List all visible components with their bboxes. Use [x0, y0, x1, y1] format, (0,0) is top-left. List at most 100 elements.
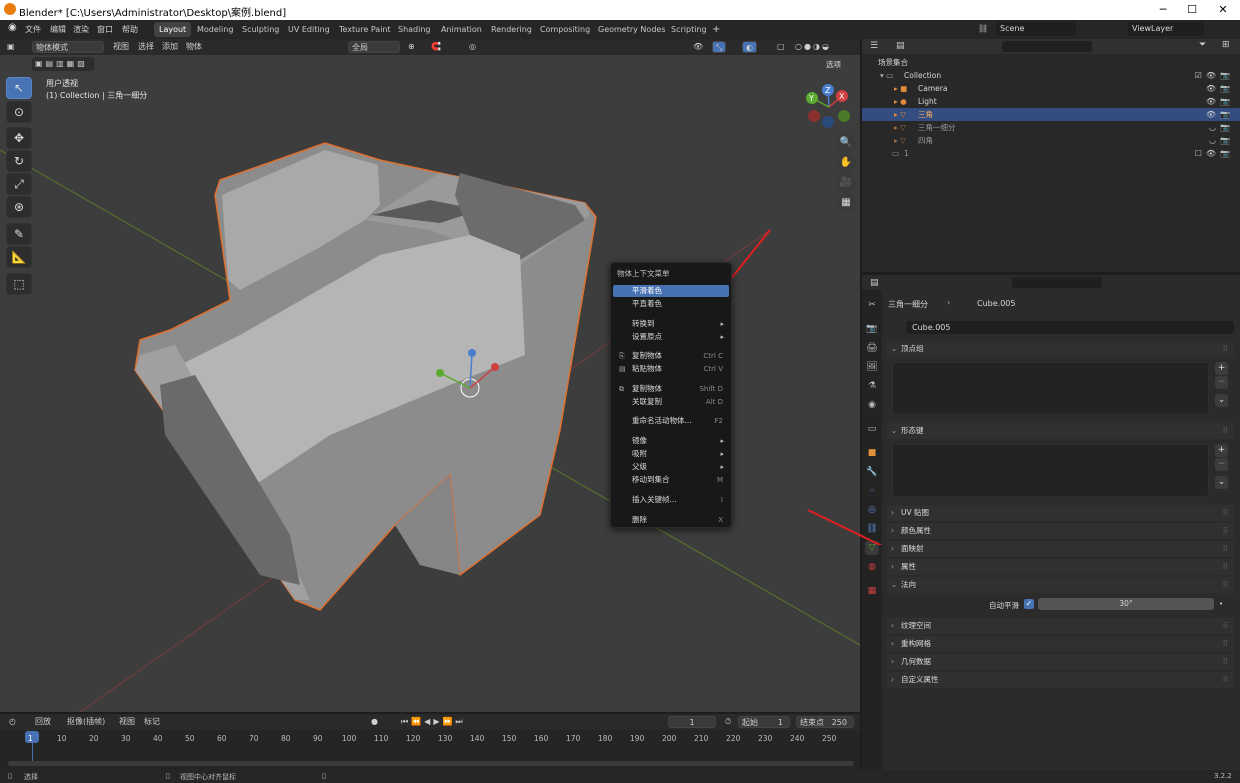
tab-uv-editing[interactable]: UV Editing: [283, 22, 335, 37]
tool-tab-icon[interactable]: ✂: [865, 298, 879, 312]
pivot-icon[interactable]: ⊕: [405, 41, 418, 53]
texture-tab-icon[interactable]: ▦: [865, 584, 879, 598]
grid-ortho-icon[interactable]: ▦: [836, 193, 856, 213]
tab-sculpting[interactable]: Sculpting: [237, 22, 284, 37]
minimize-button[interactable]: ─: [1153, 2, 1173, 18]
outliner-row-collection[interactable]: ▾ ▭ Collection ☑👁📷: [862, 69, 1240, 82]
outliner-row-scene-collection[interactable]: 场景集合: [862, 56, 1240, 69]
modifier-tab-icon[interactable]: 🔧: [865, 465, 879, 479]
maximize-button[interactable]: ☐: [1182, 2, 1202, 18]
navigation-gizmo[interactable]: Z X Y: [804, 82, 854, 132]
object-tab-icon[interactable]: ■: [865, 446, 879, 460]
menu-item-insert-keyframe[interactable]: 插入关键帧... I: [613, 494, 729, 506]
menu-timeline-view[interactable]: 视图: [116, 716, 138, 728]
tab-layout[interactable]: Layout: [154, 22, 192, 37]
menu-keying[interactable]: 抠像(插帧): [64, 716, 108, 728]
add-shape-key-button[interactable]: +: [1215, 444, 1228, 457]
menu-render[interactable]: 渲染: [73, 24, 89, 35]
menu-item-duplicate-linked[interactable]: 关联复制 Alt D: [613, 396, 729, 408]
menu-select[interactable]: 选择: [135, 41, 157, 53]
menu-item-parent[interactable]: 父级 ▸: [613, 461, 729, 473]
tab-shading[interactable]: Shading: [393, 22, 436, 37]
menu-item-mirror[interactable]: 镜像 ▸: [613, 435, 729, 447]
outliner-editor-icon[interactable]: ☰: [870, 41, 878, 51]
select-tool-icon[interactable]: ↖: [6, 77, 32, 99]
scene-tab-icon[interactable]: ⚗: [865, 379, 879, 393]
outliner-row-light[interactable]: ▸ ● Light 👁📷: [862, 95, 1240, 108]
add-cube-tool-icon[interactable]: ⬚: [6, 273, 32, 295]
annotate-tool-icon[interactable]: ✎: [6, 223, 32, 245]
menu-file[interactable]: 文件: [25, 24, 41, 35]
world-tab-icon[interactable]: ◉: [865, 398, 879, 412]
transform-tool-icon[interactable]: ⊛: [6, 196, 32, 218]
timeline-editor-icon[interactable]: ◴: [6, 716, 19, 728]
outliner-search-input[interactable]: [1002, 41, 1092, 52]
add-workspace-button[interactable]: +: [707, 22, 725, 37]
section-geometry-data[interactable]: › 几何数据 ⠿: [887, 654, 1234, 670]
menu-add[interactable]: 添加: [159, 41, 181, 53]
playback-controls-icon[interactable]: ⏮⏪◀▶⏩⏭: [398, 716, 469, 728]
outliner-row-quad[interactable]: ▸ ▽ 四角 ◡📷: [862, 134, 1240, 147]
menu-item-paste-objects[interactable]: ▤ 粘贴物体 Ctrl V: [613, 363, 729, 375]
mode-dropdown[interactable]: 物体模式: [32, 41, 104, 53]
menu-item-move-to-collection[interactable]: 移动到集合 M: [613, 474, 729, 486]
view-layer-tab-icon[interactable]: 🖼: [865, 360, 879, 374]
menu-playback[interactable]: 回放: [32, 716, 54, 728]
collection-tab-icon[interactable]: ▭: [865, 422, 879, 436]
section-shape-keys[interactable]: ⌄ 形态键 ⠿: [887, 423, 1234, 439]
measure-tool-icon[interactable]: 📐: [6, 246, 32, 268]
menu-marker[interactable]: 标记: [141, 716, 163, 728]
render-tab-icon[interactable]: 📷: [865, 322, 879, 336]
view-layer-selector[interactable]: ViewLayer: [1128, 22, 1204, 36]
camera-view-icon[interactable]: 🎥: [836, 173, 856, 193]
menu-item-duplicate-objects[interactable]: ⧉ 复制物体 Shift D: [613, 383, 729, 395]
section-custom-properties[interactable]: › 自定义属性 ⠿: [887, 672, 1234, 688]
menu-item-shade-smooth[interactable]: 平滑着色: [613, 285, 729, 297]
auto-smooth-checkbox[interactable]: ✓: [1024, 599, 1034, 609]
menu-item-delete[interactable]: 删除 X: [613, 514, 729, 526]
menu-help[interactable]: 帮助: [122, 24, 138, 35]
close-button[interactable]: ✕: [1213, 2, 1233, 18]
end-frame-field[interactable]: 结束点 250: [796, 716, 854, 728]
menu-window[interactable]: 窗口: [97, 24, 113, 35]
menu-item-shade-flat[interactable]: 平直着色: [613, 298, 729, 310]
current-frame-field[interactable]: 1: [668, 716, 716, 728]
particles-tab-icon[interactable]: ⁘: [865, 484, 879, 498]
auto-key-icon[interactable]: ●: [368, 716, 381, 728]
shape-keys-list[interactable]: [892, 444, 1209, 497]
remove-vertex-group-button[interactable]: −: [1215, 376, 1228, 389]
cursor-tool-icon[interactable]: ⊙: [6, 101, 32, 123]
outliner-row-collection-1[interactable]: ▭ 1 ☐👁📷: [862, 147, 1240, 160]
vertex-groups-list[interactable]: [892, 362, 1209, 415]
auto-smooth-angle-field[interactable]: 30°: [1038, 598, 1214, 610]
tab-compositing[interactable]: Compositing: [535, 22, 595, 37]
shading-modes-icon[interactable]: ○●◑◒: [792, 41, 834, 53]
tab-geometry-nodes[interactable]: Geometry Nodes: [593, 22, 670, 37]
xray-icon[interactable]: ▢: [774, 41, 788, 53]
proportional-edit-icon[interactable]: ◎: [466, 41, 479, 53]
move-tool-icon[interactable]: ✥: [6, 127, 32, 149]
section-vertex-groups[interactable]: ⌄ 顶点组 ⠿: [887, 341, 1234, 357]
remove-shape-key-button[interactable]: −: [1215, 458, 1228, 471]
keyframe-dot-icon[interactable]: •: [1219, 600, 1223, 608]
menu-item-snap[interactable]: 吸附 ▸: [613, 448, 729, 460]
outliner-row-triangle-subdiv[interactable]: ▸ ▽ 三角一细分 ◡📷: [862, 121, 1240, 134]
add-vertex-group-button[interactable]: +: [1215, 362, 1228, 375]
options-dropdown[interactable]: 选项: [826, 59, 841, 70]
scale-tool-icon[interactable]: ⤢: [6, 173, 32, 195]
tab-modeling[interactable]: Modeling: [192, 22, 238, 37]
orientation-dropdown[interactable]: 全局: [348, 41, 400, 53]
zoom-icon[interactable]: 🔍: [836, 133, 856, 153]
outliner-row-camera[interactable]: ▸ ■ Camera 👁📷: [862, 82, 1240, 95]
overlay-toggle-icon[interactable]: ◐: [742, 41, 757, 53]
select-mode-buttons[interactable]: ▣▤▥▦▧: [32, 57, 94, 71]
display-mode-icon[interactable]: ▤: [896, 41, 905, 51]
section-normals[interactable]: ⌄ 法向 ⠿: [887, 577, 1234, 593]
section-remesh[interactable]: › 重构网格 ⠿: [887, 636, 1234, 652]
gizmo-toggle-icon[interactable]: ⤡: [712, 41, 727, 53]
pan-hand-icon[interactable]: ✋: [836, 153, 856, 173]
visibility-icon[interactable]: 👁: [690, 41, 706, 53]
snap-icon[interactable]: 🧲: [428, 41, 444, 53]
menu-item-set-origin[interactable]: 设置原点 ▸: [613, 331, 729, 343]
menu-view[interactable]: 视图: [110, 41, 132, 53]
